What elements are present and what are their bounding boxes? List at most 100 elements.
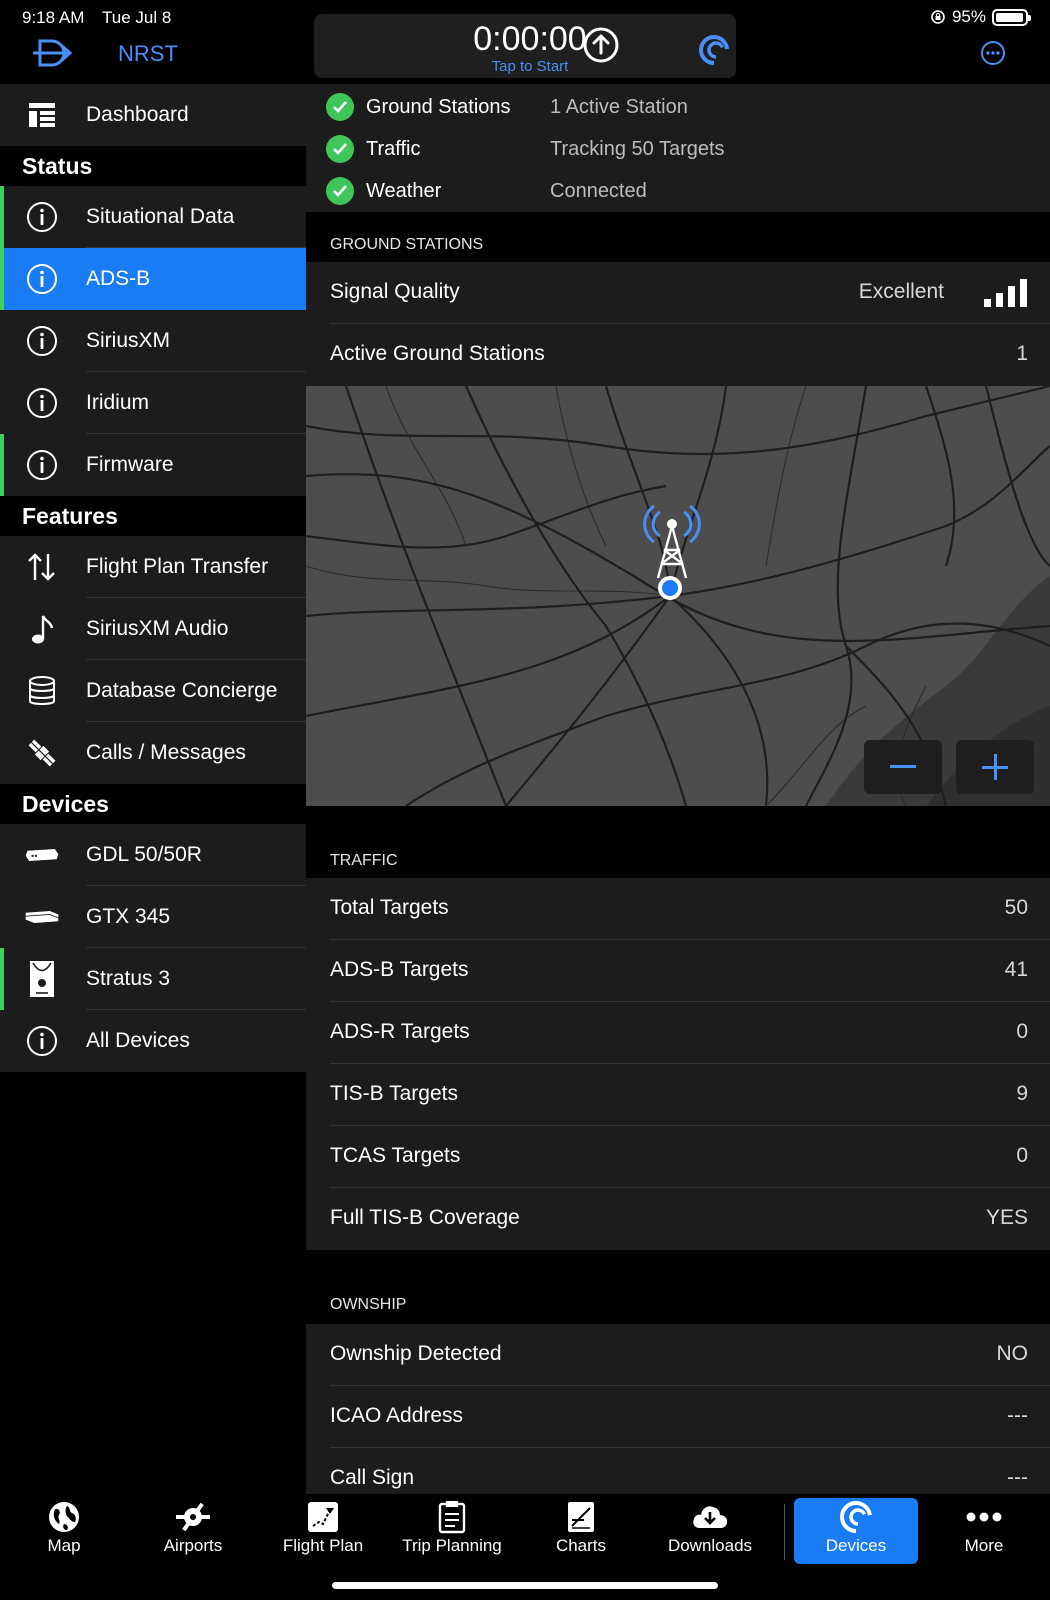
sidebar-item-gtx-345[interactable]: GTX 345 [0, 886, 306, 948]
tab-charts[interactable]: Charts [519, 1498, 643, 1564]
status-indicator [0, 248, 4, 310]
traffic-row: ADS-B Targets 41 [306, 940, 1050, 1002]
sidebar-item-siriusxm[interactable]: SiriusXM [0, 310, 306, 372]
tower-icon [643, 504, 701, 600]
trip-planning-icon [438, 1501, 466, 1534]
traffic-row: TCAS Targets 0 [306, 1126, 1050, 1188]
sidebar-item-label: All Devices [86, 1029, 190, 1052]
signal-quality-value: Excellent [858, 280, 944, 303]
flight-plan-icon [308, 1502, 338, 1532]
tab-flight-plan[interactable]: Flight Plan [261, 1498, 385, 1564]
sidebar-item-label: Flight Plan Transfer [86, 555, 269, 578]
status-indicator [0, 948, 4, 1010]
orientation-lock-icon [931, 10, 945, 24]
transfer-arrows-icon [24, 550, 60, 584]
sidebar-item-ads-b[interactable]: ADS-B [0, 248, 306, 310]
sidebar-item-calls-messages[interactable]: Calls / Messages [0, 722, 306, 784]
airport-icon [176, 1502, 210, 1532]
tab-map[interactable]: Map [2, 1498, 126, 1564]
ownship-header: OWNSHIP [330, 1296, 407, 1313]
more-options-icon[interactable] [980, 40, 1006, 66]
sidebar-item-firmware[interactable]: Firmware [0, 434, 306, 496]
nrst-button[interactable]: NRST [118, 41, 178, 67]
signal-bars-icon [984, 279, 1027, 307]
ground-stations-header: GROUND STATIONS [330, 236, 484, 253]
plus-icon [982, 754, 1008, 780]
sidebar-item-label: GTX 345 [86, 905, 171, 928]
more-icon [966, 1512, 1002, 1522]
stratus-device-icon [24, 961, 60, 997]
tab-devices[interactable]: Devices [794, 1498, 918, 1564]
charts-icon [568, 1502, 594, 1532]
zoom-out-button[interactable] [864, 740, 942, 794]
sidebar-item-database-concierge[interactable]: Database Concierge [0, 660, 306, 722]
sidebar-item-all-devices[interactable]: All Devices [0, 1010, 306, 1072]
upload-icon[interactable] [582, 26, 620, 64]
tab-trip-planning[interactable]: Trip Planning [390, 1498, 514, 1564]
gtx-device-icon [24, 900, 60, 934]
database-icon [24, 674, 60, 708]
info-icon [24, 448, 60, 482]
gdl-device-icon [24, 838, 60, 872]
info-icon [24, 1024, 60, 1058]
sidebar-item-situational-data[interactable]: Situational Data [0, 186, 306, 248]
ground-station-map[interactable] [306, 386, 1050, 806]
dashboard-icon [24, 98, 60, 132]
traffic-row: ADS-R Targets 0 [306, 1002, 1050, 1064]
sidebar-item-stratus-3[interactable]: Stratus 3 [0, 948, 306, 1010]
main-content: Ground Stations 1 Active Station Traffic… [306, 84, 1050, 1510]
sidebar-item-dashboard[interactable]: Dashboard [0, 84, 306, 146]
home-indicator[interactable] [332, 1582, 718, 1589]
active-ground-stations-row: Active Ground Stations 1 [306, 324, 1050, 386]
top-toolbar: NRST 0:00:00 Tap to Start [0, 14, 1050, 84]
direct-to-icon[interactable] [30, 38, 74, 68]
ownship-row: Ownship Detected NO [306, 1324, 1050, 1386]
sidebar-item-gdl-50[interactable]: GDL 50/50R [0, 824, 306, 886]
sidebar-item-flight-plan-transfer[interactable]: Flight Plan Transfer [0, 536, 306, 598]
status-date: Tue Jul 8 [102, 8, 172, 27]
zoom-in-button[interactable] [956, 740, 1034, 794]
sidebar-item-label: ADS-B [86, 267, 151, 290]
status-section-header: Status [0, 146, 306, 186]
connext-icon[interactable] [698, 34, 730, 66]
battery-percent: 95% [951, 7, 986, 26]
sidebar-item-label: Iridium [86, 391, 150, 414]
downloads-icon [693, 1506, 728, 1528]
summary-row-weather: Weather Connected [326, 176, 647, 206]
traffic-row: Total Targets 50 [306, 878, 1050, 940]
info-icon [24, 386, 60, 420]
minus-icon [890, 765, 916, 768]
check-icon [326, 177, 354, 205]
music-note-icon [24, 612, 60, 646]
battery-icon [992, 8, 1031, 26]
sidebar: Dashboard Status Situational Data ADS-B … [0, 84, 306, 1072]
sidebar-item-siriusxm-audio[interactable]: SiriusXM Audio [0, 598, 306, 660]
tab-downloads[interactable]: Downloads [648, 1498, 772, 1564]
status-right: 95% [930, 7, 1031, 27]
sidebar-item-label: Database Concierge [86, 679, 278, 702]
sidebar-item-label: Firmware [86, 453, 174, 476]
sidebar-item-label: Dashboard [86, 103, 189, 126]
tab-airports[interactable]: Airports [131, 1498, 255, 1564]
signal-quality-row: Signal Quality Excellent [306, 262, 1050, 324]
devices-icon [840, 1501, 872, 1533]
ownship-row: ICAO Address --- [306, 1386, 1050, 1448]
sidebar-item-iridium[interactable]: Iridium [0, 372, 306, 434]
check-icon [326, 135, 354, 163]
status-time: 9:18 AM [22, 8, 85, 27]
features-section-header: Features [0, 496, 306, 536]
sidebar-item-label: Situational Data [86, 205, 235, 228]
tab-more[interactable]: More [922, 1498, 1046, 1564]
summary-row-ground-stations: Ground Stations 1 Active Station [326, 92, 688, 122]
status-indicator [0, 186, 4, 248]
status-summary: Ground Stations 1 Active Station Traffic… [306, 84, 1050, 212]
info-icon [24, 324, 60, 358]
check-icon [326, 93, 354, 121]
satellite-icon [24, 736, 60, 770]
summary-row-traffic: Traffic Tracking 50 Targets [326, 134, 725, 164]
sidebar-item-label: Calls / Messages [86, 741, 246, 764]
sidebar-item-label: SiriusXM [86, 329, 171, 352]
sidebar-item-label: GDL 50/50R [86, 843, 202, 866]
flight-timer[interactable]: 0:00:00 Tap to Start [314, 14, 736, 78]
tab-divider [784, 1504, 785, 1560]
